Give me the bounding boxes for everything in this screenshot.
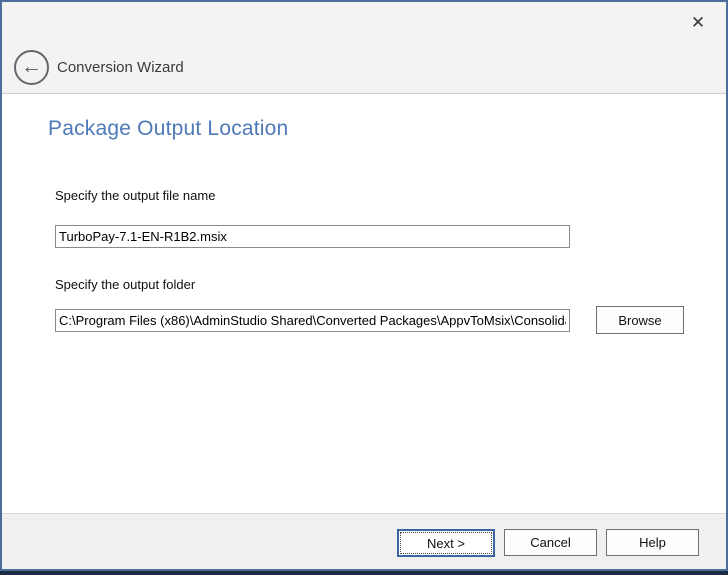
wizard-window-frame: ✕ ← Conversion Wizard Package Output Loc… bbox=[0, 0, 728, 575]
help-button[interactable]: Help bbox=[606, 529, 699, 556]
back-arrow-icon: ← bbox=[21, 56, 42, 77]
wizard-title: Conversion Wizard bbox=[57, 59, 184, 76]
output-file-name-input[interactable] bbox=[55, 225, 570, 248]
cancel-button[interactable]: Cancel bbox=[504, 529, 597, 556]
next-button[interactable]: Next > bbox=[397, 529, 495, 557]
page-title: Package Output Location bbox=[48, 117, 288, 141]
close-icon: ✕ bbox=[691, 13, 705, 33]
output-folder-input[interactable] bbox=[55, 309, 570, 332]
output-folder-label: Specify the output folder bbox=[55, 277, 195, 292]
wizard-footer: Next > Cancel Help bbox=[2, 513, 726, 569]
wizard-header: ✕ ← Conversion Wizard bbox=[2, 2, 726, 94]
conversion-wizard-dialog: ✕ ← Conversion Wizard Package Output Loc… bbox=[0, 0, 728, 571]
browse-button[interactable]: Browse bbox=[596, 306, 684, 334]
output-file-name-label: Specify the output file name bbox=[55, 188, 215, 203]
wizard-page-content: Package Output Location Specify the outp… bbox=[2, 95, 726, 511]
close-button[interactable]: ✕ bbox=[684, 10, 712, 36]
back-button[interactable]: ← bbox=[14, 50, 49, 85]
